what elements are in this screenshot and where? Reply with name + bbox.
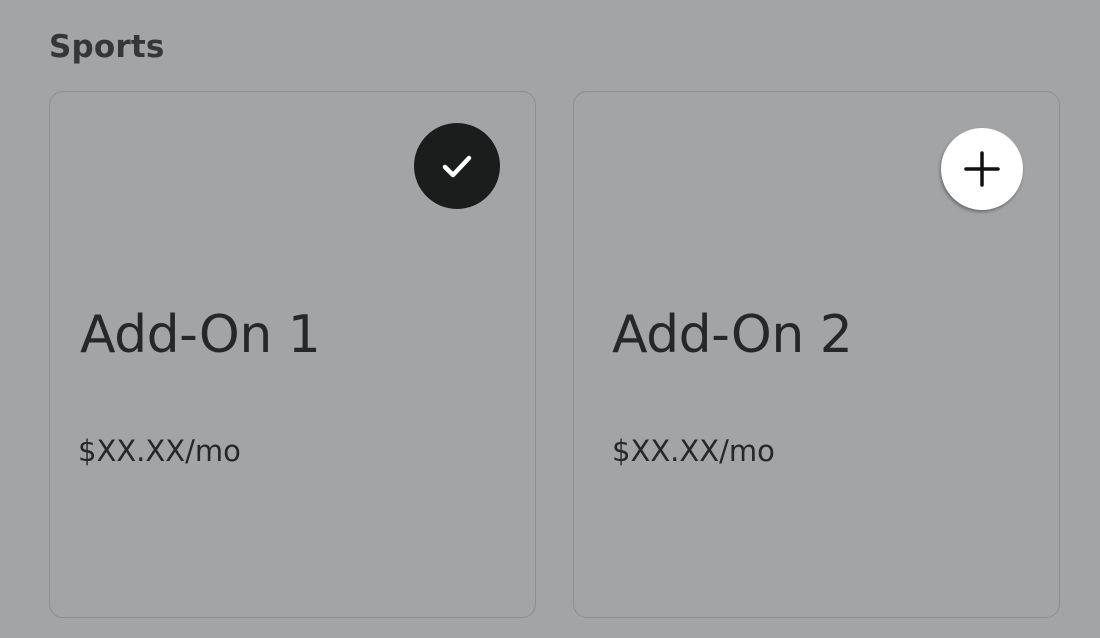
addon-2-add-toggle[interactable]: [941, 128, 1023, 210]
addon-1-name: Add-On 1: [80, 305, 321, 365]
section-title: Sports: [49, 29, 165, 65]
addon-card-1[interactable]: Add-On 1 $XX.XX/mo: [49, 91, 536, 618]
addon-2-price: $XX.XX/mo: [612, 434, 775, 468]
addon-2-name: Add-On 2: [612, 305, 853, 365]
checkmark-icon: [437, 146, 477, 186]
addon-card-2[interactable]: Add-On 2 $XX.XX/mo: [573, 91, 1060, 618]
addon-1-price: $XX.XX/mo: [78, 434, 241, 468]
plus-icon: [961, 148, 1003, 190]
addon-1-selected-toggle[interactable]: [414, 123, 500, 209]
